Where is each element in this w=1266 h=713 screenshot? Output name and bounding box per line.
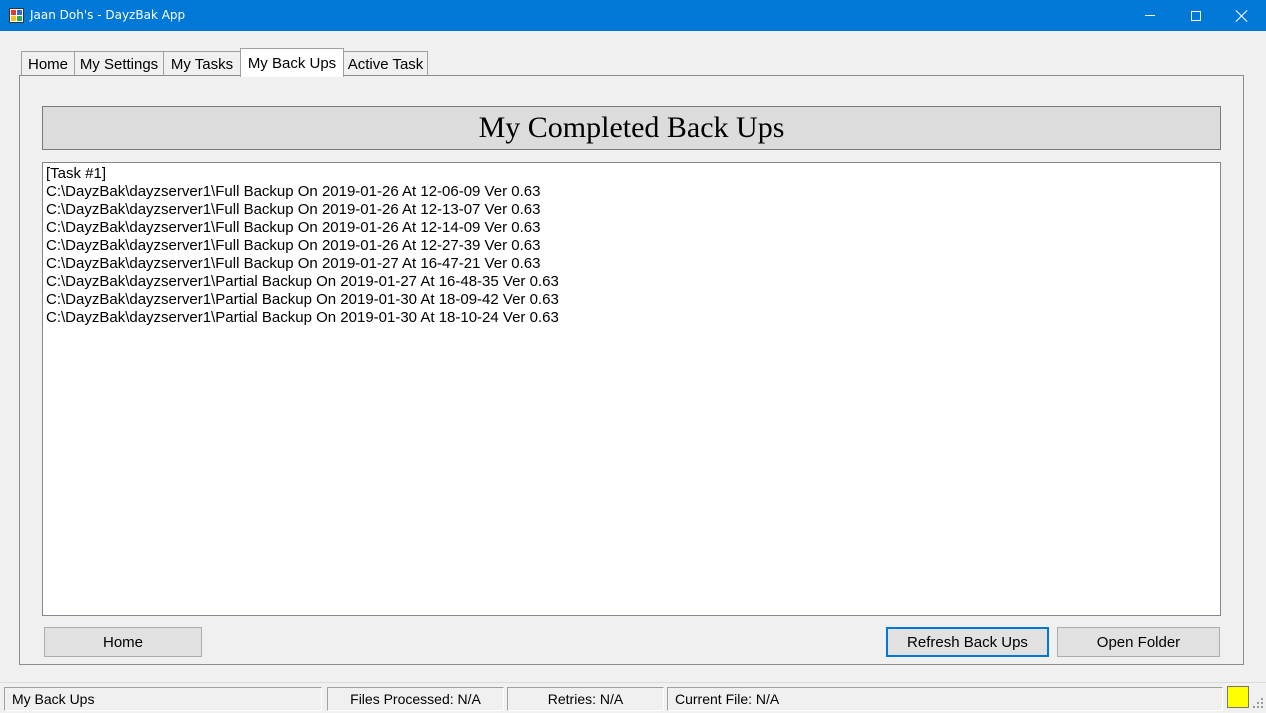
app-icon[interactable] xyxy=(9,8,24,23)
page-title: My Completed Back Ups xyxy=(478,111,785,144)
refresh-back-ups-button[interactable]: Refresh Back Ups xyxy=(886,627,1049,657)
tab-my-back-ups[interactable]: My Back Ups xyxy=(240,48,344,77)
open-folder-button[interactable]: Open Folder xyxy=(1057,627,1220,657)
minimize-button[interactable] xyxy=(1127,0,1173,31)
page-header: My Completed Back Ups xyxy=(42,106,1221,150)
maximize-icon xyxy=(1191,10,1201,21)
list-item[interactable]: C:\DayzBak\dayzserver1\Partial Backup On… xyxy=(46,273,1220,291)
status-bar: My Back Ups Files Processed: N/A Retries… xyxy=(0,682,1266,713)
resize-grip-icon[interactable] xyxy=(1252,698,1264,710)
backup-list[interactable]: [Task #1] C:\DayzBak\dayzserver1\Full Ba… xyxy=(42,162,1221,616)
status-current-view: My Back Ups xyxy=(4,687,322,711)
list-item[interactable]: C:\DayzBak\dayzserver1\Partial Backup On… xyxy=(46,309,1220,327)
list-item[interactable]: C:\DayzBak\dayzserver1\Partial Backup On… xyxy=(46,291,1220,309)
status-retries: Retries: N/A xyxy=(507,687,664,711)
window-title: Jaan Doh's - DayzBak App xyxy=(30,8,186,22)
close-icon xyxy=(1235,9,1249,23)
tab-my-tasks[interactable]: My Tasks xyxy=(163,51,241,76)
list-item[interactable]: C:\DayzBak\dayzserver1\Full Backup On 20… xyxy=(46,237,1220,255)
close-button[interactable] xyxy=(1219,0,1265,31)
list-item[interactable]: C:\DayzBak\dayzserver1\Full Backup On 20… xyxy=(46,219,1220,237)
maximize-button[interactable] xyxy=(1173,0,1219,31)
list-item[interactable]: C:\DayzBak\dayzserver1\Full Backup On 20… xyxy=(46,183,1220,201)
minimize-icon xyxy=(1145,15,1155,16)
list-item[interactable]: C:\DayzBak\dayzserver1\Full Backup On 20… xyxy=(46,201,1220,219)
tab-active-task[interactable]: Active Task xyxy=(343,51,428,76)
list-item[interactable]: C:\DayzBak\dayzserver1\Full Backup On 20… xyxy=(46,255,1220,273)
list-item[interactable]: [Task #1] xyxy=(46,165,1220,183)
home-button[interactable]: Home xyxy=(44,627,202,657)
tab-home[interactable]: Home xyxy=(21,51,75,76)
status-current-file: Current File: N/A xyxy=(667,687,1223,711)
status-indicator xyxy=(1227,686,1249,708)
tab-my-settings[interactable]: My Settings xyxy=(74,51,164,76)
status-files-processed: Files Processed: N/A xyxy=(327,687,504,711)
title-bar: Jaan Doh's - DayzBak App xyxy=(0,0,1266,31)
